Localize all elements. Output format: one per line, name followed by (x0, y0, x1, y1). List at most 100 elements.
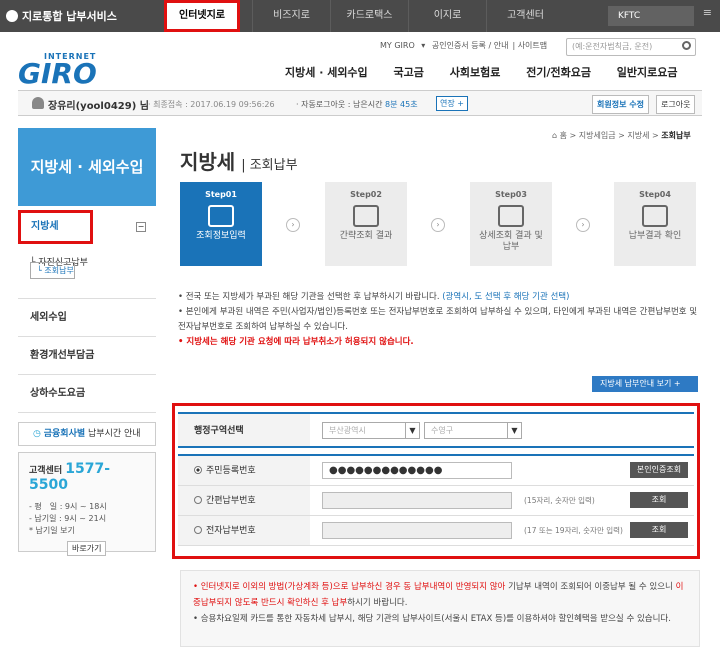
resident-row: 주민등록번호 ●●●●●●●●●●●●● 본인인증조회 (178, 456, 694, 486)
radio-selected[interactable] (194, 466, 202, 474)
resident-number-input[interactable]: ●●●●●●●●●●●●● (322, 462, 512, 479)
logo[interactable]: INTERNET GIRO (18, 52, 97, 88)
side-nav-sub: └ 조회납부 └ 자진신고납부 (30, 256, 88, 279)
due-date-note: * 납기일 보기 (29, 526, 75, 535)
tab-customer-center[interactable]: 고객센터 (486, 0, 564, 32)
breadcrumb-path2[interactable]: 지방세 (627, 131, 649, 140)
side-nav-title: 지방세 · 세외수입 (18, 128, 156, 206)
e-pay-hint: (17 또는 19자리, 숫자만 입력) (524, 526, 623, 535)
note-1: • 전국 또는 지방세가 부과된 해당 기관을 선택한 후 납부하시기 바랍니다… (178, 290, 698, 305)
side-nav-item-env-charge[interactable]: 환경개선부담금 (18, 337, 156, 375)
extend-button[interactable]: 연장 + (436, 96, 468, 111)
tab-biz-giro[interactable]: 비즈지로 (252, 0, 330, 32)
region-select-1[interactable]: 부산광역시 ▼ (322, 422, 420, 439)
tab-internet-giro[interactable]: 인터넷지로 (164, 0, 240, 32)
customer-center: 고객센터 1577-5500 (29, 461, 145, 493)
page-title-text: 지방세 (180, 150, 236, 174)
brand[interactable]: 지로통합 납부서비스 (6, 8, 117, 24)
form-table: 행정구역선택 부산광역시 ▼ 수영구 ▼ 주민등록번호 ●●●●●●●●●●●●● … (178, 412, 694, 546)
logout-button[interactable]: 로그아웃 (656, 95, 696, 114)
step-number: Step03 (495, 190, 527, 199)
nav-utility-bills[interactable]: 전기/전화요금 (526, 66, 591, 79)
side-nav-item-nontax[interactable]: 세외수입 (18, 299, 156, 337)
nav-social-insurance[interactable]: 사회보험료 (450, 66, 501, 79)
e-pay-radio[interactable]: 전자납부번호 (178, 516, 310, 545)
kftc-label: KFTC (618, 11, 641, 21)
step-indicator: Step01 조회정보입력 › Step02 간략조회 결과 › Step03 … (180, 182, 700, 268)
simple-pay-hint: (15자리, 숫자만 입력) (524, 496, 595, 505)
region-select-1-value: 부산광역시 (329, 426, 366, 435)
cert-link[interactable]: 공인인증서 등록 / 안내 (432, 41, 509, 50)
nav-national-treasury[interactable]: 국고금 (394, 66, 424, 79)
my-giro-link[interactable]: MY GIRO (380, 41, 415, 50)
e-pay-row: 전자납부번호 (17 또는 19자리, 숫자만 입력) 조회 (178, 516, 694, 546)
e-pay-inquiry-button[interactable]: 조회 (630, 522, 688, 538)
step-3: Step03 상세조회 결과 및 납부 (470, 182, 552, 266)
simple-pay-input[interactable] (322, 492, 512, 509)
monitor-check-icon (353, 205, 379, 227)
side-nav-item-water[interactable]: 상하수도요금 (18, 375, 156, 413)
sub-item-inquiry-payment[interactable]: └ 조회납부 (30, 262, 75, 279)
step-label: 간략조회 결과 (339, 231, 393, 241)
bottom-notice: • 인터넷지로 이외의 방법(가상계좌 등)으로 납부하신 경우 동 납부내역이… (180, 570, 700, 647)
nav-general-giro[interactable]: 일반지로요금 (617, 66, 678, 79)
note-1-blue: (광역시, 도 선택 후 해당 기관 선택) (442, 292, 570, 302)
page-title: 지방세 | 조회납부 (180, 150, 298, 174)
side-nav-item-local-tax[interactable]: 지방세 (18, 210, 93, 244)
note-1-text: • 전국 또는 지방세가 부과된 해당 기관을 선택한 후 납부하시기 바랍니다… (178, 292, 440, 302)
bottom-rest-1: 기납부 내역이 조회되어 이중납부 될 수 있으니 (508, 582, 673, 592)
resident-radio[interactable]: 주민등록번호 (178, 456, 310, 485)
clock-icon: ◷ (33, 429, 41, 439)
notice-list: • 전국 또는 지방세가 부과된 해당 기관을 선택한 후 납부하시기 바랍니다… (178, 290, 698, 350)
user-bar: 장유리(yool0429) 님 · 최종접속 : 2017.06.19 09:5… (18, 90, 702, 116)
simple-pay-label: 간편납부번호 (206, 496, 256, 506)
center-label: 고객센터 (29, 466, 63, 476)
simple-pay-radio[interactable]: 간편납부번호 (178, 486, 310, 515)
page-subtitle: 조회납부 (249, 158, 298, 173)
e-pay-input[interactable] (322, 522, 512, 539)
breadcrumb-path1[interactable]: 지방세입금 (579, 131, 616, 140)
menu-icon[interactable]: ≡ (703, 6, 712, 19)
sub-item-label: 조회납부 (44, 266, 74, 275)
region-select-2[interactable]: 수영구 ▼ (424, 422, 522, 439)
step-arrow-icon: › (286, 218, 300, 232)
finance-rest: 납부시간 안내 (88, 429, 141, 439)
step-1: Step01 조회정보입력 (180, 182, 262, 266)
tab-ezgiro[interactable]: 이지로 (408, 0, 486, 32)
finance-hours-link[interactable]: ◷ 금융회사별 납부시간 안내 (18, 422, 156, 446)
tab-cardrotax[interactable]: 카드로택스 (330, 0, 408, 32)
nav-local-tax[interactable]: 지방세 · 세외수입 (285, 66, 368, 79)
side-nav-others: 세외수입 환경개선부담금 상하수도요금 (18, 298, 156, 413)
breadcrumb-home[interactable]: 홈 (560, 131, 567, 140)
breadcrumb: ⌂ 홈 > 지방세입금 > 지방세 > 조회납부 (552, 131, 691, 140)
auto-logout-label: · 자동로그아웃 : 남은시간 (296, 100, 383, 109)
search-icon[interactable] (682, 41, 691, 50)
local-tax-guide-button[interactable]: 지방세 납부안내 보기 + (592, 376, 698, 392)
bottom-rest-2: 하시기 바랍니다. (347, 598, 408, 608)
radio-unselected[interactable] (194, 526, 202, 534)
collapse-icon[interactable]: − (136, 222, 146, 232)
note-3: • 지방세는 해당 기관 요청에 따라 납부취소가 허용되지 않습니다. (178, 337, 414, 347)
bottom-note-2: • 승용차요일제 카드를 통한 자동차세 납부시, 해당 기관의 납부사이트(서… (193, 614, 671, 624)
chevron-down-icon: ▼ (507, 423, 521, 438)
user-icon (32, 97, 44, 109)
breadcrumb-current: 조회납부 (661, 131, 691, 140)
dropdown-icon[interactable]: ▾ (421, 41, 425, 50)
kftc-button[interactable]: KFTC (608, 6, 694, 26)
step-number: Step02 (350, 190, 382, 199)
search-input[interactable]: (예:운전자범칙금, 운전) (566, 38, 696, 56)
bottom-red-1: • 인터넷지로 이외의 방법(가상계좌 등)으로 납부하신 경우 동 납부내역이… (193, 582, 506, 592)
sitemap-link[interactable]: 사이트맵 (518, 41, 547, 50)
identity-inquiry-button[interactable]: 본인인증조회 (630, 462, 688, 478)
last-login: · 최종접속 : 2017.06.19 09:56:26 (148, 100, 275, 109)
simple-pay-inquiry-button[interactable]: 조회 (630, 492, 688, 508)
radio-unselected[interactable] (194, 496, 202, 504)
chevron-down-icon: ▼ (405, 423, 419, 438)
finance-label: 금융회사별 (43, 429, 86, 439)
customer-center-box: 고객센터 1577-5500 - 평 일 : 9시 ~ 18시 - 납기일 : … (18, 452, 156, 556)
main-nav: 지방세 · 세외수입 국고금 사회보험료 전기/전화요금 일반지로요금 (285, 64, 678, 80)
edit-profile-button[interactable]: 회원정보 수정 (592, 95, 649, 114)
keyboard-icon (208, 205, 234, 227)
side-nav: 지방세 · 세외수입 지방세 − └ 조회납부 └ 자진신고납부 세외수입 환경… (18, 128, 156, 413)
go-button[interactable]: 바로가기 (67, 541, 107, 556)
